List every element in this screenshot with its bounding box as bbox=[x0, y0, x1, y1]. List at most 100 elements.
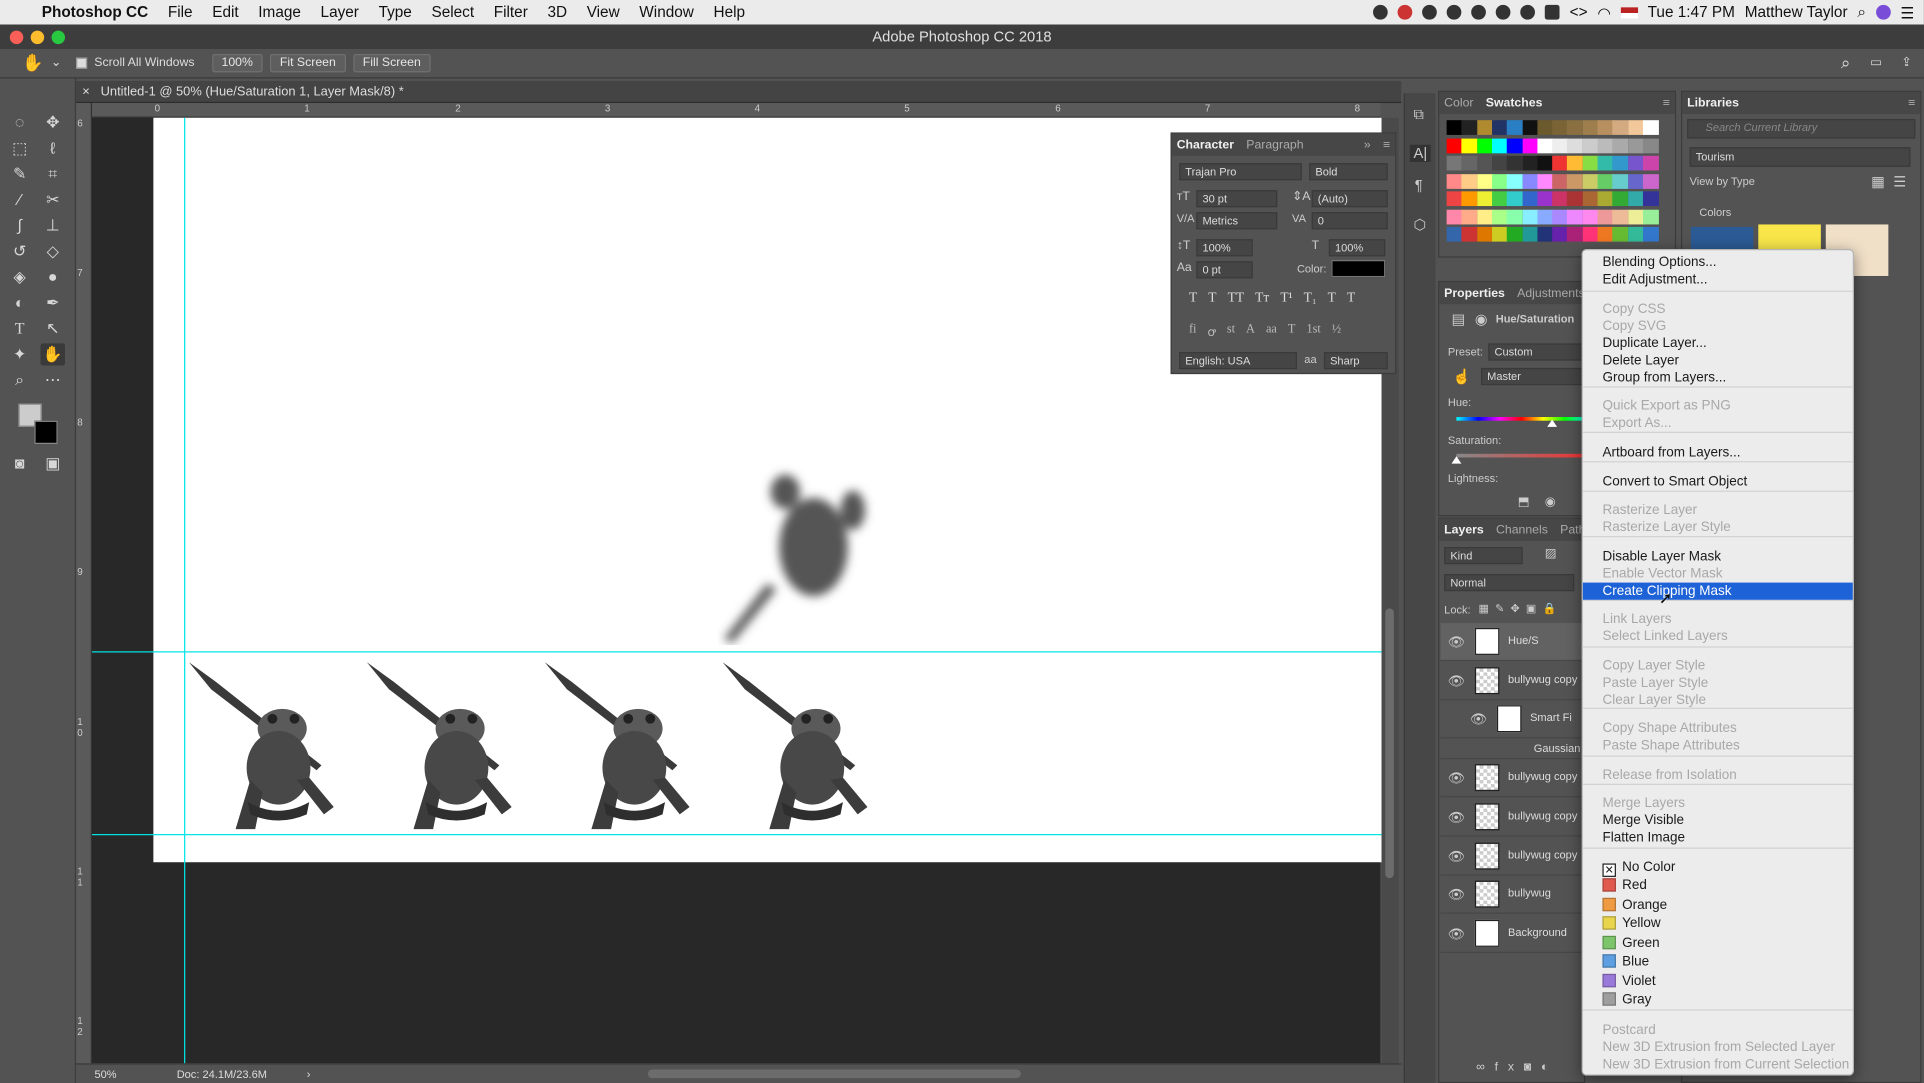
spotlight-icon[interactable]: ⌕ bbox=[1857, 3, 1866, 21]
color-swatch[interactable] bbox=[1567, 137, 1584, 153]
quick-mask-icon[interactable]: ◙ bbox=[7, 453, 32, 475]
saturation-slider-thumb[interactable] bbox=[1451, 456, 1462, 464]
color-swatch[interactable] bbox=[1612, 226, 1629, 242]
color-swatch[interactable] bbox=[1522, 209, 1539, 224]
collapse-icon[interactable]: » bbox=[1364, 138, 1371, 151]
visibility-eye-icon[interactable]: 👁 bbox=[1448, 926, 1465, 942]
color-swatch[interactable] bbox=[1642, 191, 1659, 207]
color-swatch[interactable] bbox=[1461, 209, 1478, 224]
grid-view-icon[interactable]: ▦ bbox=[1871, 173, 1885, 190]
minimize-icon[interactable] bbox=[30, 30, 45, 45]
layer-row[interactable]: 👁 bullywug bbox=[1440, 876, 1583, 914]
color-swatch[interactable] bbox=[1476, 120, 1493, 135]
user-name[interactable]: Matthew Taylor bbox=[1745, 4, 1848, 21]
chevron-right-icon[interactable]: › bbox=[307, 1065, 311, 1083]
scroll-all-checkbox[interactable] bbox=[75, 57, 87, 69]
opentype-button[interactable]: ꝍ bbox=[1208, 323, 1216, 339]
color-swatch[interactable] bbox=[1522, 191, 1539, 207]
tool-preset-chevron-icon[interactable]: ⌄ bbox=[51, 56, 61, 69]
color-swatch[interactable] bbox=[1597, 155, 1614, 171]
dodge-tool-icon[interactable]: ◐ bbox=[7, 292, 32, 314]
color-swatch[interactable] bbox=[1446, 120, 1463, 135]
language-select[interactable]: English: USA bbox=[1179, 352, 1297, 370]
clip-to-layer-icon[interactable]: ⬒ bbox=[1518, 496, 1530, 509]
wifi-icon[interactable]: ◠ bbox=[1597, 3, 1610, 21]
color-swatch[interactable] bbox=[1476, 173, 1493, 189]
menu-image[interactable]: Image bbox=[248, 4, 310, 21]
color-swatch[interactable] bbox=[1506, 137, 1523, 153]
type-style-button[interactable]: Tт bbox=[1255, 291, 1269, 306]
color-swatch[interactable] bbox=[1612, 137, 1629, 153]
horizontal-scale-input[interactable]: 100% bbox=[1328, 239, 1386, 257]
type-style-button[interactable]: T¹ bbox=[1280, 291, 1292, 306]
menu-window[interactable]: Window bbox=[629, 4, 703, 21]
color-swatch[interactable] bbox=[1582, 226, 1599, 242]
menu-item-merge-visible[interactable]: Merge Visible bbox=[1583, 812, 1853, 829]
menu-item-yellow[interactable]: Yellow bbox=[1583, 915, 1853, 932]
menu-3d[interactable]: 3D bbox=[538, 4, 577, 21]
color-swatch[interactable] bbox=[1506, 191, 1523, 207]
color-swatch[interactable] bbox=[1537, 226, 1554, 242]
color-swatch[interactable] bbox=[1642, 120, 1659, 135]
guide-vertical[interactable] bbox=[184, 117, 186, 1064]
lasso-tool-icon[interactable]: ℓ bbox=[40, 137, 65, 159]
guide-horizontal[interactable] bbox=[92, 834, 1382, 836]
layer-row[interactable]: 👁 bullywug copy bbox=[1440, 759, 1583, 798]
color-swatch[interactable] bbox=[1612, 120, 1629, 135]
color-swatch[interactable] bbox=[1552, 155, 1569, 171]
color-swatch[interactable] bbox=[1446, 209, 1463, 224]
color-swatch[interactable] bbox=[1461, 191, 1478, 207]
antialias-select[interactable]: Sharp bbox=[1323, 352, 1388, 370]
close-icon[interactable] bbox=[9, 30, 24, 45]
opentype-button[interactable]: A bbox=[1246, 323, 1255, 340]
paragraph-panel-icon[interactable]: ¶ bbox=[1415, 177, 1423, 194]
menu-item-convert-to-smart-object[interactable]: Convert to Smart Object bbox=[1583, 473, 1853, 490]
menu-item-flatten-image[interactable]: Flatten Image bbox=[1583, 829, 1853, 846]
menu-item-create-clipping-mask[interactable]: Create Clipping Mask bbox=[1582, 582, 1853, 600]
color-swatch[interactable] bbox=[1461, 120, 1478, 135]
font-style-select[interactable]: Bold bbox=[1309, 163, 1388, 181]
color-swatch[interactable] bbox=[1627, 137, 1644, 153]
notification-center-icon[interactable]: ☰ bbox=[1900, 3, 1914, 21]
color-swatch[interactable] bbox=[1642, 226, 1659, 242]
color-swatch[interactable] bbox=[1491, 155, 1508, 171]
color-swatch[interactable] bbox=[1582, 173, 1599, 189]
type-style-button[interactable]: T bbox=[1328, 291, 1336, 306]
siri-icon[interactable] bbox=[1875, 4, 1891, 20]
horizontal-scroll-thumb[interactable] bbox=[647, 1069, 1021, 1079]
color-swatch[interactable] bbox=[1567, 209, 1584, 224]
menu-item-orange[interactable]: Orange bbox=[1583, 897, 1853, 914]
visibility-eye-icon[interactable]: 👁 bbox=[1448, 770, 1465, 786]
color-swatch[interactable] bbox=[1567, 191, 1584, 207]
color-swatch[interactable] bbox=[1597, 209, 1614, 224]
color-swatch[interactable] bbox=[1552, 191, 1569, 207]
history-panel-icon[interactable]: ⧉ bbox=[1414, 105, 1425, 123]
visibility-eye-icon[interactable]: 👁 bbox=[1448, 849, 1465, 865]
menu-item-no-color[interactable]: ✕ No Color bbox=[1583, 859, 1853, 877]
color-swatch[interactable] bbox=[1476, 155, 1493, 171]
scroll-thumb[interactable] bbox=[1385, 608, 1394, 879]
color-swatch[interactable] bbox=[1461, 226, 1478, 242]
tab-layers[interactable]: Layers bbox=[1444, 523, 1484, 536]
search-icon[interactable]: ⌕ bbox=[1841, 53, 1851, 74]
mask-icon[interactable]: ◉ bbox=[1475, 310, 1488, 327]
menu-item-violet[interactable]: Violet bbox=[1583, 973, 1853, 990]
targeted-adjust-icon[interactable]: ☝ bbox=[1453, 368, 1471, 385]
color-swatch[interactable] bbox=[1491, 191, 1508, 207]
opentype-button[interactable]: ½ bbox=[1332, 323, 1341, 340]
creative-cloud-icon[interactable] bbox=[1422, 4, 1438, 20]
document-tab[interactable]: × Untitled-1 @ 50% (Hue/Saturation 1, La… bbox=[76, 80, 1402, 104]
brush-tool-icon[interactable]: ∫ bbox=[7, 215, 32, 237]
menu-layer[interactable]: Layer bbox=[311, 4, 369, 21]
type-style-button[interactable]: TT bbox=[1228, 291, 1245, 306]
tab-libraries[interactable]: Libraries bbox=[1687, 96, 1739, 109]
menu-file[interactable]: File bbox=[158, 4, 202, 21]
channel-select[interactable]: Master bbox=[1480, 367, 1587, 386]
hand-tool-icon[interactable]: ✋ bbox=[22, 53, 43, 74]
menu-type[interactable]: Type bbox=[369, 4, 422, 21]
menu-select[interactable]: Select bbox=[422, 4, 484, 21]
tab-properties[interactable]: Properties bbox=[1444, 286, 1505, 299]
crop-tool-icon[interactable]: ⌗ bbox=[40, 163, 65, 185]
library-select[interactable]: Tourism bbox=[1689, 147, 1911, 167]
flag-icon[interactable] bbox=[1620, 6, 1638, 18]
